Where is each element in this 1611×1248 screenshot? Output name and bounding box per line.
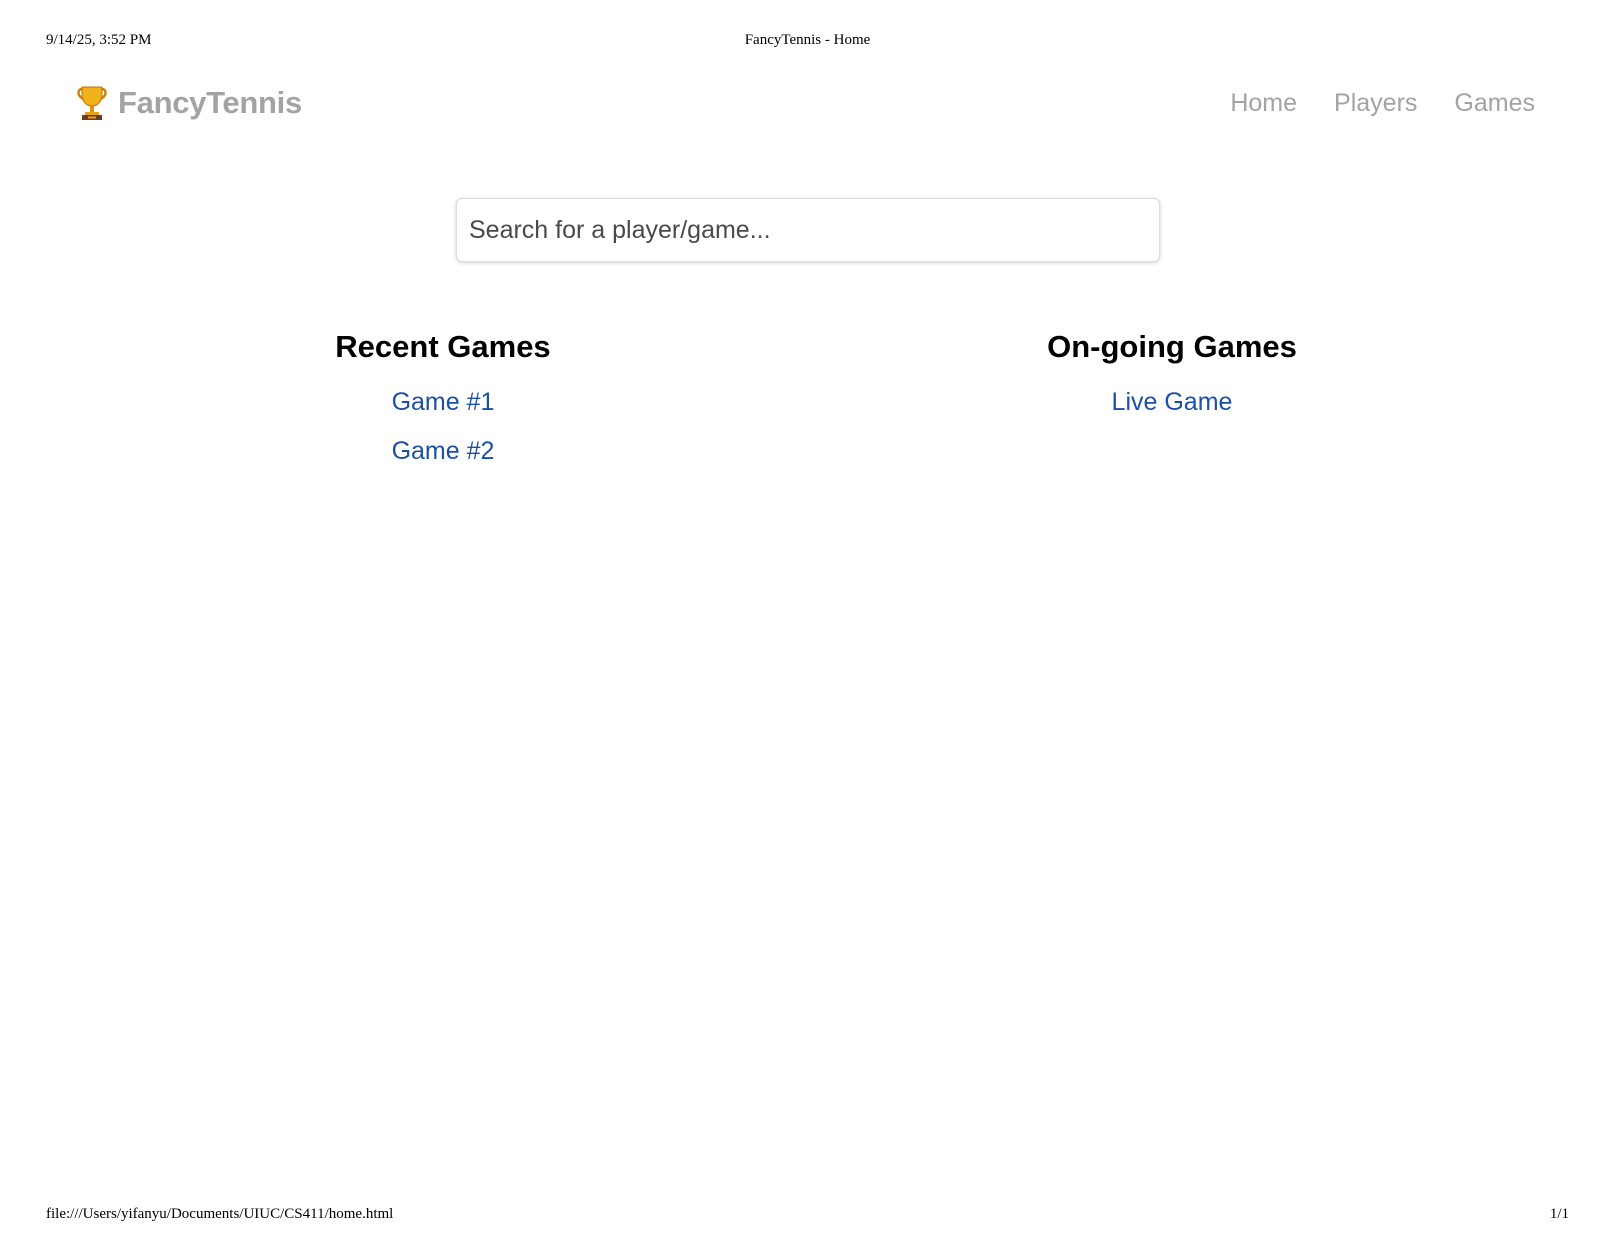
nav-link-players[interactable]: Players [1334,89,1417,118]
trophy-icon [76,85,108,121]
nav-link-home[interactable]: Home [1230,89,1297,118]
brand-link[interactable]: FancyTennis [76,78,302,128]
brand-name: FancyTennis [118,85,302,120]
search-input[interactable] [456,198,1160,262]
game-link-1[interactable]: Game #1 [392,388,495,416]
ongoing-games-list: Live Game [922,378,1422,427]
nav-link-games[interactable]: Games [1454,89,1535,118]
list-item: Live Game [922,378,1422,427]
recent-games-section: Recent Games Game #1 Game #2 [193,326,693,476]
navbar: FancyTennis Home Players Games [76,78,1535,128]
list-item: Game #2 [193,427,693,476]
ongoing-games-heading: On-going Games [1047,329,1297,364]
recent-games-list: Game #1 Game #2 [193,378,693,476]
print-page-title: FancyTennis - Home [744,32,871,48]
recent-games-heading: Recent Games [335,329,551,364]
ongoing-games-section: On-going Games Live Game [922,326,1422,427]
print-footer: file:///Users/yifanyu/Documents/UIUC/CS4… [46,1206,1569,1226]
search-container [456,198,1160,262]
live-game-link[interactable]: Live Game [1112,388,1233,416]
list-item: Game #1 [193,378,693,427]
print-page-number: 1/1 [1549,1206,1569,1222]
game-link-2[interactable]: Game #2 [392,437,495,465]
nav-links: Home Players Games [1230,78,1535,128]
print-header: 9/14/25, 3:52 PM FancyTennis - Home [46,32,1569,52]
print-url: file:///Users/yifanyu/Documents/UIUC/CS4… [46,1206,394,1222]
